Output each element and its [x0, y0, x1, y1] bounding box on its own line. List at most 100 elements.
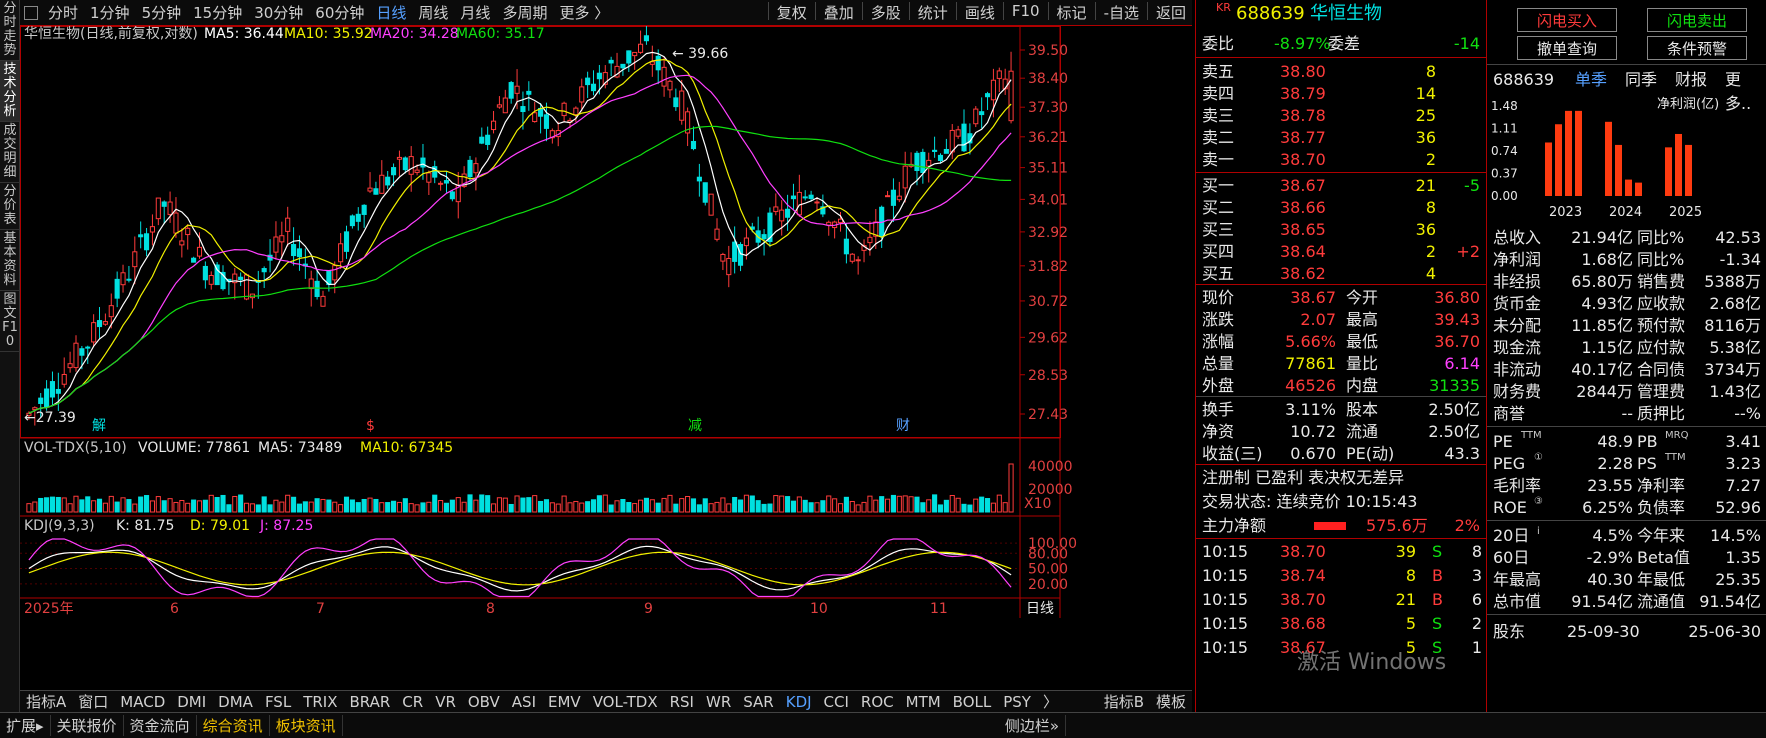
toolbar-action[interactable]: 统计	[912, 2, 954, 23]
windows-watermark: 激活 Windows	[1297, 650, 1447, 675]
left-tab[interactable]: 成交明细	[0, 122, 20, 183]
vol-legend-name: VOL-TDX(5,10)	[24, 440, 127, 456]
period-tab[interactable]: 多周期	[496, 2, 553, 23]
toolbar-action[interactable]: 多股	[865, 2, 907, 23]
indicator-tab[interactable]: 模板	[1150, 691, 1192, 712]
candle-body	[990, 79, 996, 101]
volume-bar	[132, 503, 138, 513]
period-tab[interactable]: 1分钟	[84, 2, 136, 23]
fin-tab[interactable]: 同季	[1625, 68, 1657, 92]
profit-bar	[1675, 133, 1682, 196]
period-tab[interactable]: 15分钟	[187, 2, 248, 23]
fin-cell: 质押比	[1637, 404, 1686, 423]
indicator-tab[interactable]: OBV	[462, 693, 506, 711]
indicator-tab[interactable]: PSY	[997, 693, 1037, 711]
volume-bar	[843, 496, 849, 513]
indicator-tab[interactable]: 窗口	[72, 691, 114, 712]
volume-bar	[238, 494, 244, 513]
toolbar-action[interactable]: -自选	[1098, 2, 1145, 23]
period-tab[interactable]: 日线	[370, 2, 412, 23]
indicator-tab[interactable]: WR	[700, 693, 737, 711]
toolbar-action[interactable]: 标记	[1051, 2, 1093, 23]
action-button[interactable]: 闪电卖出	[1647, 8, 1747, 32]
action-button[interactable]: 撤单查询	[1517, 36, 1617, 60]
left-tab[interactable]: 基本资料	[0, 230, 20, 291]
volume-bar	[720, 497, 726, 513]
volume-bar	[679, 498, 685, 513]
fin-cell: 总收入	[1493, 228, 1542, 247]
action-button[interactable]: 条件预警	[1647, 36, 1747, 60]
volume-bar	[161, 500, 167, 513]
candle-body	[926, 159, 932, 167]
y-tick-label: 37.30	[1028, 100, 1068, 116]
fin-cell: 21.94亿	[1571, 228, 1633, 247]
toolbar-action[interactable]: 复权	[771, 2, 813, 23]
period-tab[interactable]: 月线	[454, 2, 496, 23]
left-tab[interactable]: 图文F10	[0, 291, 20, 352]
quote-cell: 量比	[1346, 354, 1379, 373]
kline-chart[interactable]: 华恒生物(日线,前复权,对数) MA5: 36.44 MA10: 35.92MA20…	[20, 26, 1192, 690]
fin-row: 未分配 11.85亿 预付款 8116万	[1487, 314, 1766, 338]
period-tab[interactable]: 周线	[412, 2, 454, 23]
toolbar-action[interactable]: 叠加	[818, 2, 860, 23]
indicator-tab[interactable]: VR	[429, 693, 462, 711]
indicator-tab[interactable]: MACD	[114, 693, 171, 711]
indicator-tab[interactable]: DMI	[171, 693, 212, 711]
indicator-tab[interactable]: BOLL	[947, 693, 998, 711]
candle-body	[73, 342, 79, 369]
left-tab[interactable]: 技术分析	[0, 61, 20, 122]
bottom-tab[interactable]: 综合资讯	[197, 715, 270, 736]
indicator-tab[interactable]: VOL-TDX	[587, 693, 664, 711]
action-button[interactable]: 闪电买入	[1517, 8, 1617, 32]
indicator-tab[interactable]: RSI	[664, 693, 700, 711]
y-tick-label: 31.82	[1028, 259, 1068, 275]
indicator-tab[interactable]: ASI	[506, 693, 542, 711]
period-tab[interactable]: 分时	[42, 2, 84, 23]
indicator-tab[interactable]: 指标B	[1098, 691, 1150, 712]
candle-body	[984, 93, 991, 98]
indicator-tab[interactable]: DMA	[212, 693, 259, 711]
indicator-tab[interactable]: SAR	[737, 693, 779, 711]
period-tab[interactable]: 5分钟	[136, 2, 188, 23]
bottom-tab[interactable]: 板块资讯	[270, 715, 343, 736]
left-tab[interactable]: 分时走势	[0, 0, 20, 61]
volume-bar	[673, 503, 679, 513]
toolbar-action[interactable]: F10	[1006, 2, 1046, 23]
indicator-tab[interactable]: 指标A	[20, 691, 72, 712]
bottom-tab[interactable]: 扩展▸	[0, 715, 51, 736]
indicator-tab[interactable]: EMV	[542, 693, 587, 711]
indicator-tab[interactable]: CCI	[818, 693, 855, 711]
fin-tab[interactable]: 单季	[1575, 68, 1607, 92]
left-tab[interactable]: 分价表	[0, 183, 20, 230]
volume-bar	[696, 504, 702, 513]
indicator-tab[interactable]: FSL	[259, 693, 297, 711]
bottom-tab[interactable]: 关联报价	[51, 715, 124, 736]
profit-y-label: 1.11	[1491, 122, 1518, 136]
toolbar-action[interactable]: 返回	[1150, 2, 1192, 23]
candle-body	[308, 278, 314, 290]
layout-toggle-icon[interactable]	[24, 5, 38, 20]
bottom-tab[interactable]: 资金流向	[124, 715, 197, 736]
volume-bar	[249, 503, 255, 513]
fin-tab[interactable]: 财报	[1675, 68, 1707, 92]
fin-cell: 91.54亿	[1699, 592, 1761, 611]
indicator-tab[interactable]: 〉	[1037, 691, 1064, 712]
quote-cell: 3	[1471, 566, 1482, 585]
period-tab[interactable]: 更多 〉	[553, 2, 615, 23]
stat-row: 总量 77861 量比 6.14	[1196, 352, 1486, 376]
indicator-tab[interactable]: BRAR	[343, 693, 396, 711]
indicator-tab[interactable]: KDJ	[780, 693, 818, 711]
quote-cell: S	[1432, 614, 1443, 633]
indicator-tab[interactable]: MTM	[900, 693, 947, 711]
volume-bar	[549, 502, 555, 513]
volume-bar	[1008, 463, 1014, 513]
indicator-tab[interactable]: CR	[396, 693, 429, 711]
fin-cell: Beta值	[1637, 548, 1690, 567]
period-tab[interactable]: 30分钟	[248, 2, 309, 23]
indicator-tab[interactable]: TRIX	[297, 693, 343, 711]
indicator-tab[interactable]: ROC	[855, 693, 900, 711]
kdj-legend-j: J: 87.25	[259, 518, 313, 534]
toolbar-action[interactable]: 画线	[959, 2, 1001, 23]
period-tab[interactable]: 60分钟	[309, 2, 370, 23]
sidebar-toggle[interactable]: 侧边栏»	[999, 715, 1066, 736]
